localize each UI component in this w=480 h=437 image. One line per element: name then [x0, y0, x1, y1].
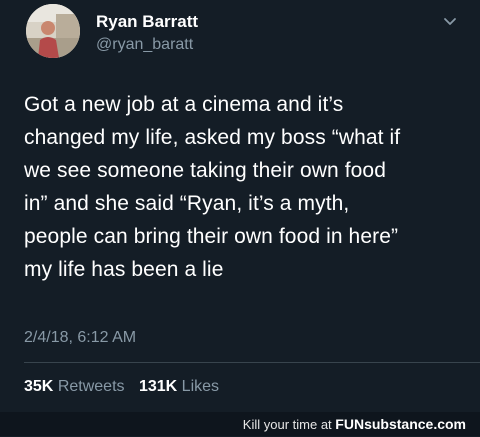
tweet-text-line: Got a new job at a cinema and it’s: [24, 93, 344, 116]
likes-label: Likes: [181, 378, 220, 395]
retweets-stat[interactable]: 35K Retweets: [24, 378, 125, 396]
watermark-prefix: Kill your time at: [242, 417, 332, 432]
likes-stat[interactable]: 131K Likes: [139, 378, 219, 396]
avatar[interactable]: [26, 4, 80, 58]
user-handle[interactable]: @ryan_baratt: [96, 36, 193, 54]
tweet-text-line: we see someone taking their own food: [24, 159, 386, 182]
watermark-brand: FUNsubstance.com: [335, 416, 466, 432]
avatar-image: [26, 4, 80, 58]
retweets-count: 35K: [24, 378, 54, 395]
tweet-text-line: changed my life, asked my boss “what if: [24, 126, 401, 149]
tweet-timestamp[interactable]: 2/4/18, 6:12 AM: [24, 329, 136, 347]
display-name[interactable]: Ryan Barratt: [96, 12, 198, 32]
likes-count: 131K: [138, 378, 178, 395]
tweet-text-line: my life has been a lie: [24, 258, 224, 281]
tweet-text-line: in” and she said “Ryan, it’s a myth,: [24, 192, 350, 215]
divider: [24, 362, 480, 363]
chevron-down-icon[interactable]: [442, 14, 458, 30]
retweets-label: Retweets: [57, 378, 125, 395]
engagement-stats: 35K Retweets 131K Likes: [24, 378, 229, 396]
site-watermark: Kill your time at FUNsubstance.com: [0, 412, 480, 436]
tweet-text: Got a new job at a cinema and it’s chang…: [24, 88, 464, 286]
tweet-text-line: people can bring their own food in here”: [24, 225, 399, 248]
tweet-card: Ryan Barratt @ryan_baratt Got a new job …: [0, 0, 480, 412]
